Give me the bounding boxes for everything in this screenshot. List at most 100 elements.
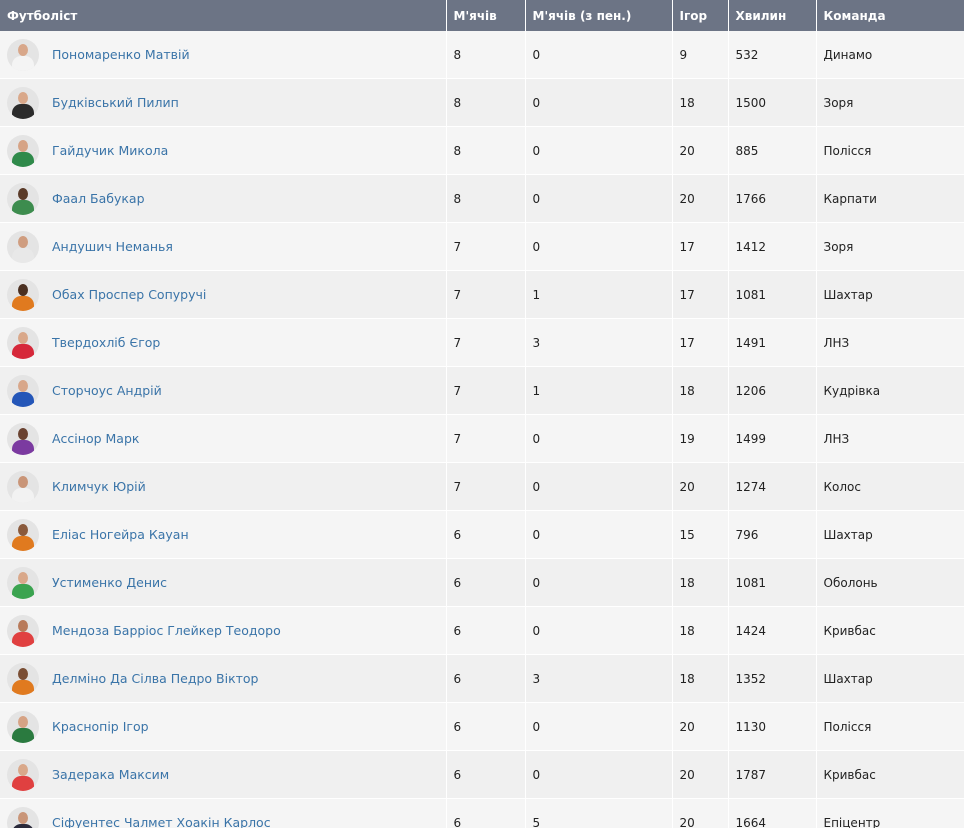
table-row: Задерака Максим 6 0 20 1787 Кривбас [0,750,964,799]
player-avatar[interactable] [7,470,39,503]
games-cell: 20 [672,750,729,799]
table-body: Пономаренко Матвій 8 0 9 532 Динамо Будк… [0,31,964,828]
avatar-head [18,475,28,488]
games-cell: 17 [672,222,729,271]
goals-pen-cell: 0 [525,414,673,463]
player-info: Еліас Ногейра Кауан [7,518,446,551]
player-avatar[interactable] [7,710,39,743]
player-avatar[interactable] [7,422,39,455]
minutes-cell: 1424 [728,606,817,655]
header-player[interactable]: Футболіст [0,0,447,31]
games-cell: 18 [672,78,729,127]
player-avatar[interactable] [7,374,39,407]
player-info: Твердохліб Єгор [7,326,446,359]
avatar-head [18,379,28,392]
player-info: Сіфуентес Чалмет Хоакін Карлос [7,806,446,828]
table-row: Устименко Денис 6 0 18 1081 Оболонь [0,558,964,607]
player-info: Будківський Пилип [7,86,446,119]
avatar-kit [12,295,34,311]
player-name-link[interactable]: Ассінор Марк [52,431,139,446]
player-name-link[interactable]: Краснопір Ігор [52,719,149,734]
avatar-kit [12,391,34,407]
player-name-link[interactable]: Мендоза Барріос Глейкер Теодоро [52,623,281,638]
player-avatar[interactable] [7,662,39,695]
team-cell: Зоря [816,78,964,127]
header-minutes[interactable]: Хвилин [728,0,817,31]
header-goals[interactable]: М'ячів [446,0,526,31]
player-avatar[interactable] [7,758,39,791]
player-name-link[interactable]: Сіфуентес Чалмет Хоакін Карлос [52,815,271,828]
player-name-link[interactable]: Андушич Неманья [52,239,173,254]
player-cell: Краснопір Ігор [0,702,447,751]
avatar-kit [12,247,34,263]
player-avatar[interactable] [7,806,39,828]
player-name-link[interactable]: Климчук Юрій [52,479,146,494]
player-avatar[interactable] [7,518,39,551]
team-cell: Шахтар [816,270,964,319]
player-avatar[interactable] [7,230,39,263]
player-cell: Мендоза Барріос Глейкер Теодоро [0,606,447,655]
goals-cell: 6 [446,606,526,655]
player-name-link[interactable]: Устименко Денис [52,575,167,590]
avatar-kit [12,151,34,167]
avatar-kit [12,535,34,551]
games-cell: 20 [672,174,729,223]
header-goals-pen[interactable]: М'ячів (з пен.) [525,0,673,31]
team-cell: Колос [816,462,964,511]
minutes-cell: 885 [728,126,817,175]
player-name-link[interactable]: Делміно Да Сілва Педро Віктор [52,671,258,686]
avatar-head [18,811,28,824]
player-avatar[interactable] [7,326,39,359]
player-info: Устименко Денис [7,566,446,599]
player-cell: Устименко Денис [0,558,447,607]
minutes-cell: 1787 [728,750,817,799]
player-avatar[interactable] [7,278,39,311]
goals-pen-cell: 0 [525,78,673,127]
games-cell: 17 [672,270,729,319]
avatar-head [18,619,28,632]
player-info: Ассінор Марк [7,422,446,455]
player-info: Мендоза Барріос Глейкер Теодоро [7,614,446,647]
team-cell: Полісся [816,126,964,175]
avatar-head [18,43,28,56]
avatar-kit [12,679,34,695]
player-info: Пономаренко Матвій [7,38,446,71]
player-name-link[interactable]: Фаал Бабукар [52,191,145,206]
player-name-link[interactable]: Сторчоус Андрій [52,383,162,398]
player-name-link[interactable]: Пономаренко Матвій [52,47,190,62]
table-row: Сторчоус Андрій 7 1 18 1206 Кудрівка [0,366,964,415]
player-name-link[interactable]: Гайдучик Микола [52,143,168,158]
team-cell: Динамо [816,31,964,79]
table-row: Будківський Пилип 8 0 18 1500 Зоря [0,78,964,127]
goals-pen-cell: 0 [525,31,673,79]
player-avatar[interactable] [7,566,39,599]
games-cell: 19 [672,414,729,463]
goals-pen-cell: 5 [525,798,673,828]
goals-pen-cell: 0 [525,462,673,511]
avatar-head [18,427,28,440]
player-name-link[interactable]: Твердохліб Єгор [52,335,160,350]
player-name-link[interactable]: Задерака Максим [52,767,169,782]
avatar-head [18,523,28,536]
player-avatar[interactable] [7,86,39,119]
header-team[interactable]: Команда [816,0,964,31]
player-avatar[interactable] [7,182,39,215]
scorers-table-container: Футболіст М'ячів М'ячів (з пен.) Ігор Хв… [0,0,965,828]
player-name-link[interactable]: Обах Проспер Сопуручі [52,287,206,302]
goals-cell: 6 [446,654,526,703]
goals-pen-cell: 1 [525,270,673,319]
minutes-cell: 1499 [728,414,817,463]
header-row: Футболіст М'ячів М'ячів (з пен.) Ігор Хв… [0,0,964,31]
player-name-link[interactable]: Будківський Пилип [52,95,179,110]
player-avatar[interactable] [7,38,39,71]
header-games[interactable]: Ігор [672,0,729,31]
player-cell: Пономаренко Матвій [0,31,447,79]
team-cell: ЛНЗ [816,318,964,367]
player-cell: Обах Проспер Сопуручі [0,270,447,319]
player-name-link[interactable]: Еліас Ногейра Кауан [52,527,189,542]
avatar-kit [12,775,34,791]
player-avatar[interactable] [7,614,39,647]
games-cell: 20 [672,702,729,751]
player-avatar[interactable] [7,134,39,167]
minutes-cell: 1766 [728,174,817,223]
